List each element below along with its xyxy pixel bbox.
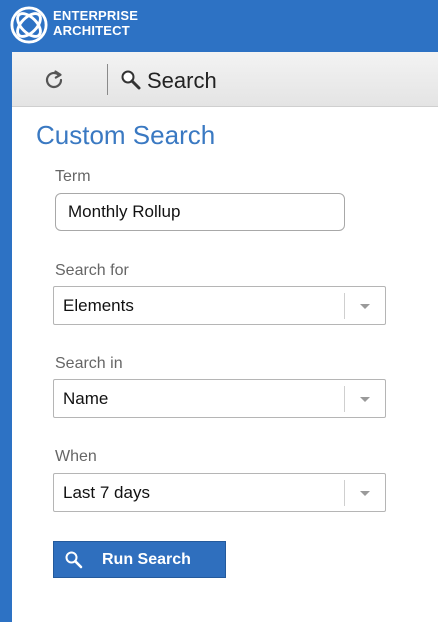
toolbar-search-button[interactable]: Search bbox=[147, 68, 217, 94]
enterprise-architect-logo-icon bbox=[10, 6, 48, 44]
search-for-value: Elements bbox=[63, 296, 134, 315]
left-accent-strip bbox=[0, 52, 12, 622]
when-label: When bbox=[55, 448, 97, 465]
select-divider bbox=[344, 386, 345, 412]
select-divider bbox=[344, 480, 345, 506]
search-in-label: Search in bbox=[55, 355, 123, 372]
when-value: Last 7 days bbox=[63, 483, 150, 502]
toolbar-divider bbox=[107, 64, 108, 95]
select-divider bbox=[344, 293, 345, 319]
search-icon[interactable] bbox=[120, 69, 142, 91]
chevron-down-icon[interactable] bbox=[360, 491, 370, 496]
chevron-down-icon[interactable] bbox=[360, 304, 370, 309]
run-search-button[interactable]: Run Search bbox=[53, 541, 226, 578]
search-for-label: Search for bbox=[55, 262, 129, 279]
when-select[interactable]: Last 7 days bbox=[53, 473, 386, 512]
toolbar: Search bbox=[12, 52, 438, 107]
chevron-down-icon[interactable] bbox=[360, 397, 370, 402]
app-header: ENTERPRISE ARCHITECT bbox=[0, 0, 438, 52]
term-label: Term bbox=[55, 168, 91, 185]
brand-line-2: ARCHITECT bbox=[53, 23, 130, 38]
search-icon bbox=[65, 551, 83, 569]
brand-name: ENTERPRISE ARCHITECT bbox=[53, 8, 138, 38]
term-input[interactable]: Monthly Rollup bbox=[55, 193, 345, 231]
brand-line-1: ENTERPRISE bbox=[53, 8, 139, 23]
search-in-select[interactable]: Name bbox=[53, 379, 386, 418]
refresh-icon[interactable] bbox=[42, 68, 66, 92]
page-title: Custom Search bbox=[36, 120, 216, 150]
search-for-select[interactable]: Elements bbox=[53, 286, 386, 325]
search-in-value: Name bbox=[63, 389, 109, 408]
run-search-label: Run Search bbox=[102, 551, 191, 568]
